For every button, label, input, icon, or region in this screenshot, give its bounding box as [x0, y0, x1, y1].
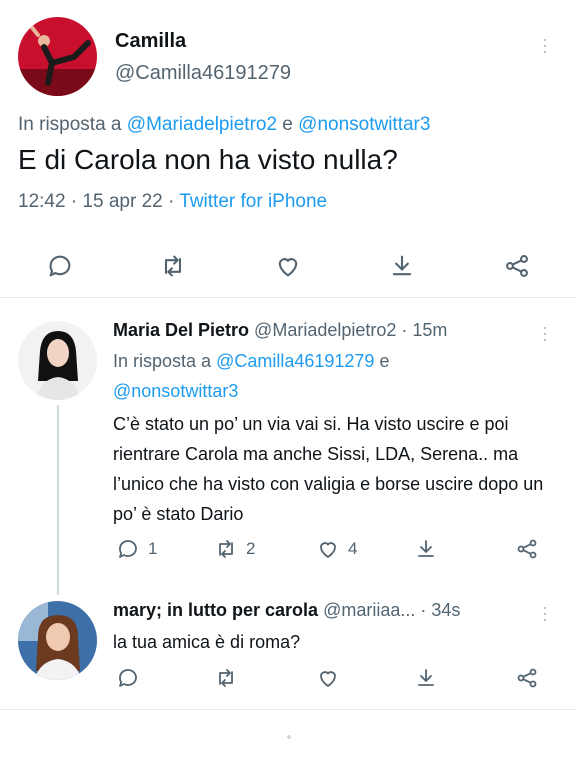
share-icon	[517, 668, 537, 688]
divider	[0, 709, 576, 710]
tweet-text: C’è stato un po’ un via vai si. Ha visto…	[113, 414, 544, 524]
retweet-icon	[219, 669, 233, 687]
reply-button[interactable]: 1	[116, 537, 157, 561]
display-name[interactable]: Camilla	[115, 30, 186, 53]
retweet-icon	[164, 255, 182, 277]
handle-time[interactable]: @mariiaa... · 34s	[318, 600, 460, 620]
heart-icon	[278, 258, 298, 277]
reply-header: Maria Del Pietro @Mariadelpietro2 · 15m	[113, 320, 447, 341]
retweet-count: 2	[246, 539, 256, 558]
mention-link[interactable]: @nonsotwittar3	[298, 114, 430, 135]
tweet-text: la tua amica è di roma?	[113, 632, 301, 652]
mention-link[interactable]: @Camilla46191279	[216, 351, 374, 371]
loading-dot	[287, 735, 291, 739]
handle-time[interactable]: @Mariadelpietro2 · 15m	[249, 320, 447, 340]
tweet-actions: 1 2 4	[0, 537, 576, 573]
download-icon	[418, 540, 434, 557]
download-button[interactable]	[414, 537, 438, 561]
more-vertical-icon[interactable]: · · ·	[540, 598, 550, 628]
share-button[interactable]	[515, 666, 539, 690]
more-vertical-icon[interactable]: · · ·	[540, 318, 550, 348]
tweet-actions	[0, 252, 576, 288]
mention-link[interactable]: @nonsotwittar3	[113, 381, 238, 401]
like-button[interactable]	[274, 252, 302, 280]
share-button[interactable]	[503, 252, 531, 280]
display-name[interactable]: Maria Del Pietro	[113, 320, 249, 340]
download-button[interactable]	[414, 666, 438, 690]
reply-button[interactable]	[46, 252, 74, 280]
reply-context: In risposta a @Mariadelpietro2 e @nonsot…	[18, 114, 431, 135]
like-button[interactable]	[316, 666, 340, 690]
reply-header: mary; in lutto per carola @mariiaa... · …	[113, 600, 460, 621]
tweet-actions	[0, 666, 576, 702]
more-vertical-icon[interactable]: · · ·	[540, 30, 550, 60]
tweet-meta: 12:42 · 15 apr 22 · Twitter for iPhone	[18, 191, 328, 212]
retweet-button[interactable]	[159, 252, 187, 280]
reply-count: 1	[148, 539, 158, 558]
like-count: 4	[348, 539, 358, 558]
display-name[interactable]: mary; in lutto per carola	[113, 600, 318, 620]
heart-icon	[320, 671, 336, 687]
reply-context: In risposta a @Camilla46191279 e @nonsotw…	[113, 351, 390, 401]
retweet-button[interactable]: 2	[214, 537, 255, 561]
reply-bubble-icon	[119, 540, 137, 558]
source-link[interactable]: Twitter for iPhone	[179, 191, 327, 212]
avatar[interactable]	[18, 17, 97, 96]
download-icon	[418, 669, 434, 686]
avatar[interactable]	[18, 321, 97, 400]
heart-icon	[320, 542, 336, 558]
share-icon	[517, 539, 537, 559]
mention-link[interactable]: @Mariadelpietro2	[127, 114, 277, 135]
reply-bubble-icon	[49, 255, 71, 277]
retweet-icon	[219, 540, 233, 558]
download-button[interactable]	[388, 252, 416, 280]
share-icon	[506, 255, 528, 277]
like-button[interactable]: 4	[316, 537, 357, 561]
tweet-text: E di Carola non ha visto nulla?	[18, 144, 398, 175]
retweet-button[interactable]	[214, 666, 238, 690]
reply-bubble-icon	[119, 669, 137, 687]
user-handle[interactable]: @Camilla46191279	[115, 62, 291, 85]
main-tweet: Camilla @Camilla46191279 · · · In risposta…	[0, 0, 576, 298]
reply-button[interactable]	[116, 666, 140, 690]
share-button[interactable]	[515, 537, 539, 561]
download-icon	[392, 255, 412, 276]
